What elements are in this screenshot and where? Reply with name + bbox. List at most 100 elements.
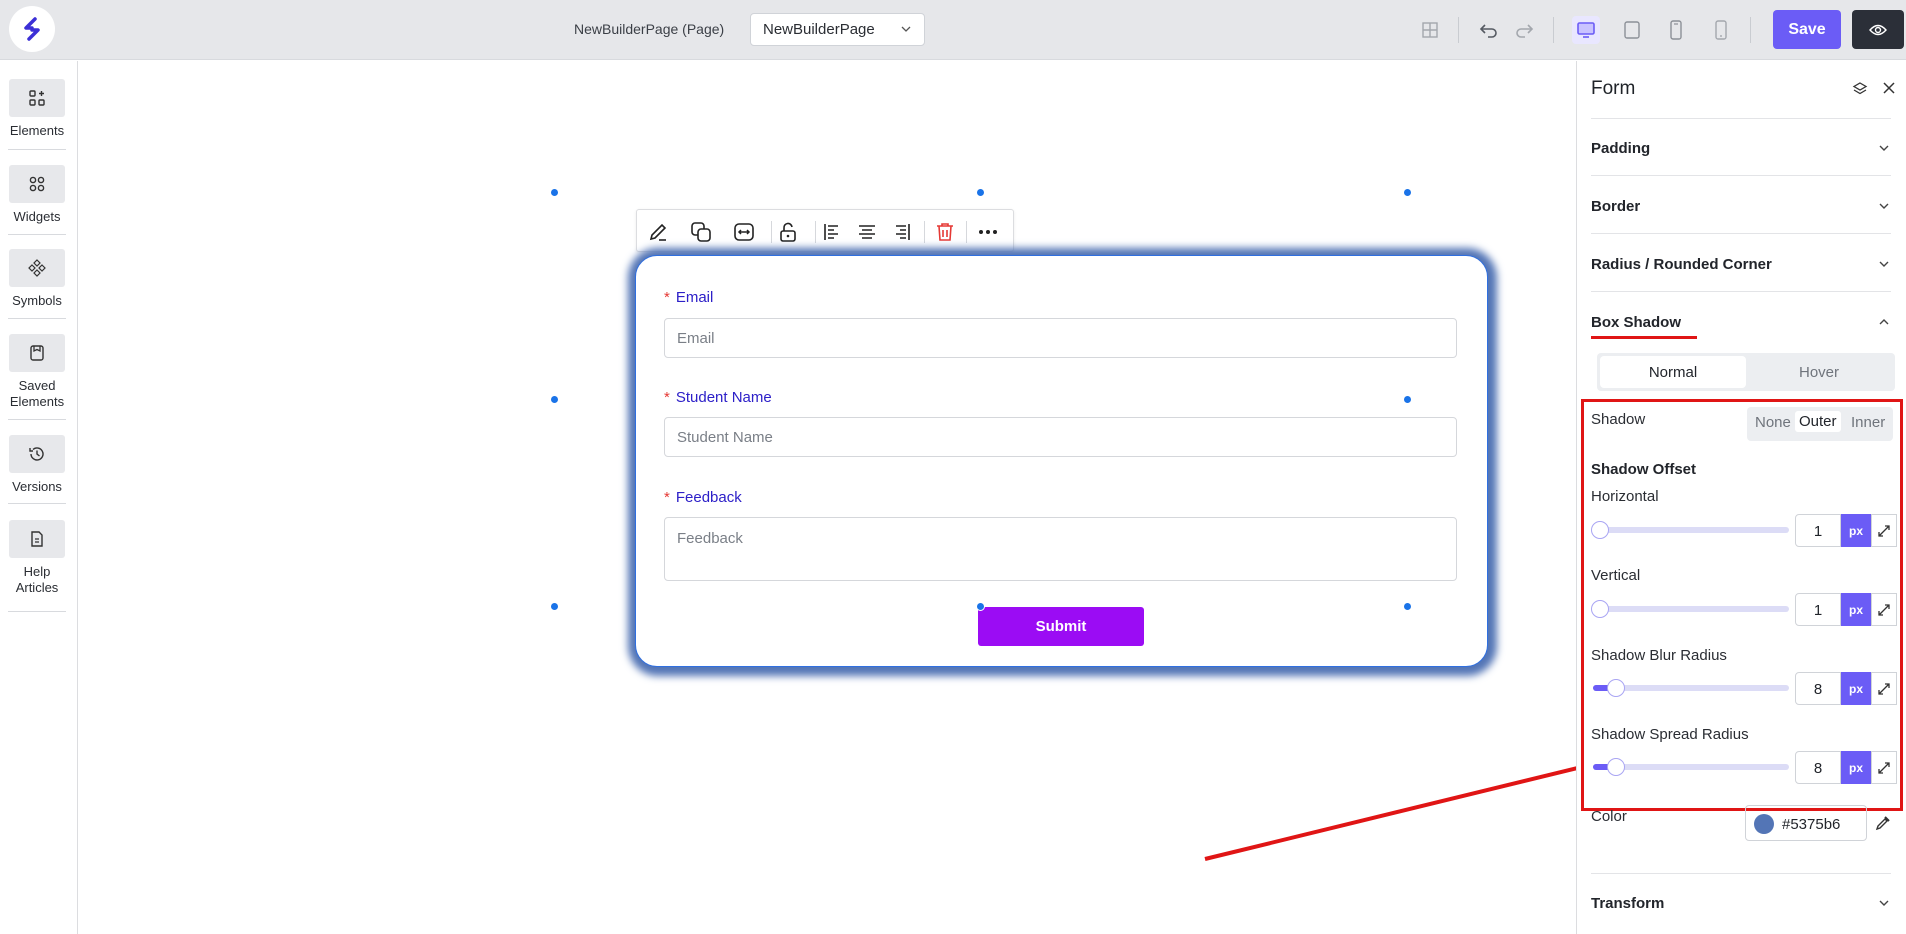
saved-elements-icon xyxy=(9,334,65,372)
horizontal-slider[interactable] xyxy=(1591,521,1789,539)
resize-handle[interactable] xyxy=(976,602,985,611)
tab-hover[interactable]: Hover xyxy=(1746,356,1892,388)
expand-icon[interactable] xyxy=(1871,593,1897,626)
edit-icon[interactable] xyxy=(644,218,672,246)
resize-handle[interactable] xyxy=(550,188,559,197)
sidebar-item-saved-elements[interactable]: Saved Elements xyxy=(8,334,66,410)
tablet-icon[interactable] xyxy=(1662,16,1690,44)
form-container[interactable]: * Email Email * Student Name Student Name … xyxy=(635,255,1488,667)
page-select-value: NewBuilderPage xyxy=(763,21,875,38)
expand-icon[interactable] xyxy=(1871,514,1897,547)
color-label: Color xyxy=(1591,808,1627,825)
tablet-landscape-icon[interactable] xyxy=(1618,16,1646,44)
toolbar-divider xyxy=(1553,17,1554,43)
vertical-slider[interactable] xyxy=(1591,600,1789,618)
sidebar-divider xyxy=(8,419,66,420)
save-button[interactable]: Save xyxy=(1773,10,1841,49)
color-hex-value: #5375b6 xyxy=(1782,816,1841,833)
app-logo[interactable] xyxy=(9,6,55,52)
color-swatch[interactable] xyxy=(1754,814,1774,834)
duplicate-icon[interactable] xyxy=(687,218,715,246)
slider-handle[interactable] xyxy=(1607,679,1625,697)
border-section[interactable]: Border xyxy=(1591,177,1891,234)
email-field[interactable]: Email xyxy=(664,318,1457,358)
page-select[interactable]: NewBuilderPage xyxy=(750,13,925,46)
tab-normal[interactable]: Normal xyxy=(1600,356,1746,388)
chevron-down-icon xyxy=(1879,203,1889,209)
blur-radius-unit-select[interactable]: px xyxy=(1841,672,1871,705)
section-title: Box Shadow xyxy=(1591,314,1682,331)
top-bar: NewBuilderPage (Page) NewBuilderPage Sav… xyxy=(0,0,1906,60)
horizontal-unit-select[interactable]: px xyxy=(1841,514,1871,547)
layers-icon[interactable] xyxy=(1852,81,1868,97)
resize-handle[interactable] xyxy=(976,188,985,197)
help-articles-icon xyxy=(9,520,65,558)
resize-handle[interactable] xyxy=(550,602,559,611)
widgets-icon xyxy=(9,165,65,203)
color-picker[interactable]: #5375b6 xyxy=(1745,805,1867,841)
transform-section[interactable]: Transform xyxy=(1591,874,1891,931)
annotation-underline xyxy=(1591,336,1697,339)
student-name-field[interactable]: Student Name xyxy=(664,417,1457,457)
slider-handle[interactable] xyxy=(1591,600,1609,618)
chevron-down-icon xyxy=(1879,145,1889,151)
expand-icon[interactable] xyxy=(1871,751,1897,784)
shadow-outer-option[interactable]: Outer xyxy=(1795,411,1841,432)
align-right-icon[interactable] xyxy=(888,218,916,246)
shadow-label: Shadow xyxy=(1591,411,1646,428)
full-width-icon[interactable] xyxy=(730,218,758,246)
versions-icon xyxy=(9,435,65,473)
sidebar-item-elements[interactable]: Elements xyxy=(8,79,66,139)
padding-section[interactable]: Padding xyxy=(1591,119,1891,176)
blur-radius-slider[interactable] xyxy=(1593,679,1789,697)
spread-radius-slider[interactable] xyxy=(1593,758,1789,776)
resize-handle[interactable] xyxy=(550,395,559,404)
submit-button[interactable]: Submit xyxy=(978,607,1144,646)
spread-radius-label: Shadow Spread Radius xyxy=(1591,726,1749,743)
vertical-unit-select[interactable]: px xyxy=(1841,593,1871,626)
builder-canvas[interactable]: * Email Email * Student Name Student Name … xyxy=(79,61,1645,934)
resize-handle[interactable] xyxy=(1403,395,1412,404)
sidebar-divider xyxy=(8,234,66,235)
chevron-up-icon xyxy=(1879,319,1889,325)
eyedropper-icon[interactable] xyxy=(1874,814,1892,832)
section-title: Transform xyxy=(1591,895,1665,912)
slider-handle[interactable] xyxy=(1607,758,1625,776)
shadow-inner-option[interactable]: Inner xyxy=(1851,414,1885,431)
more-options-icon[interactable] xyxy=(974,218,1002,246)
redo-icon[interactable] xyxy=(1510,16,1538,44)
resize-handle[interactable] xyxy=(1403,188,1412,197)
slider-handle[interactable] xyxy=(1591,521,1609,539)
unlock-icon[interactable] xyxy=(774,218,802,246)
expand-icon[interactable] xyxy=(1871,672,1897,705)
sidebar-item-symbols[interactable]: Symbols xyxy=(8,249,66,309)
preview-button[interactable] xyxy=(1852,10,1904,49)
mobile-icon[interactable] xyxy=(1707,16,1735,44)
sidebar-item-versions[interactable]: Versions xyxy=(8,435,66,495)
spread-radius-input[interactable]: 8 xyxy=(1795,751,1841,784)
resize-handle[interactable] xyxy=(1403,602,1412,611)
feedback-field[interactable]: Feedback xyxy=(664,517,1457,581)
vertical-input[interactable]: 1 xyxy=(1795,593,1841,626)
undo-icon[interactable] xyxy=(1475,16,1503,44)
radius-section[interactable]: Radius / Rounded Corner xyxy=(1591,235,1891,292)
shadow-none-option[interactable]: None xyxy=(1755,414,1791,431)
align-center-icon[interactable] xyxy=(853,218,881,246)
sidebar-divider xyxy=(8,149,66,150)
spread-radius-unit-select[interactable]: px xyxy=(1841,751,1871,784)
logo-icon xyxy=(24,17,40,41)
close-icon[interactable] xyxy=(1882,81,1896,95)
delete-icon[interactable] xyxy=(931,218,959,246)
sidebar-item-widgets[interactable]: Widgets xyxy=(8,165,66,225)
toolbar-divider xyxy=(966,221,967,243)
align-left-icon[interactable] xyxy=(818,218,846,246)
chevron-down-icon xyxy=(1879,261,1889,267)
desktop-view-icon[interactable] xyxy=(1572,16,1600,44)
sidebar-item-label: Help Articles xyxy=(15,564,59,595)
grid-icon[interactable] xyxy=(1416,16,1444,44)
properties-panel: Form Padding Border Radius / Rounded Cor… xyxy=(1576,61,1906,934)
horizontal-input[interactable]: 1 xyxy=(1795,514,1841,547)
box-shadow-section[interactable]: Box Shadow xyxy=(1591,293,1891,350)
blur-radius-input[interactable]: 8 xyxy=(1795,672,1841,705)
sidebar-item-help-articles[interactable]: Help Articles xyxy=(8,520,66,596)
